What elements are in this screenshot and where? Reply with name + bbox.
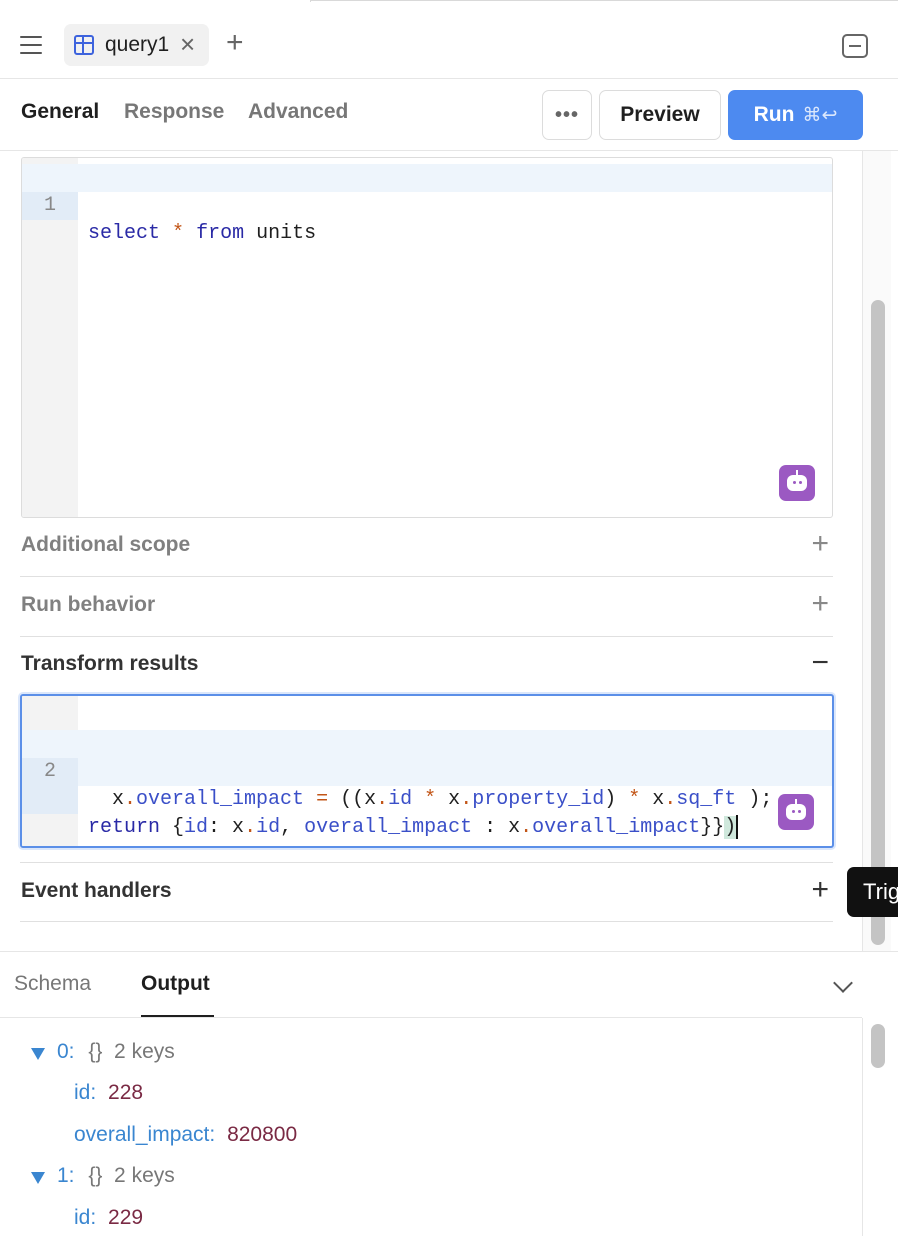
menu-icon[interactable] <box>20 36 42 54</box>
expand-plus-icon[interactable]: + <box>811 875 829 905</box>
run-shortcut: ⌘↩ <box>802 105 838 126</box>
expand-plus-icon[interactable]: + <box>811 529 829 559</box>
query-toolbar: General Response Advanced ••• Preview Ru… <box>0 79 898 151</box>
transform-code-editor[interactable]: 1 ⌄ return formatDataAsArray(data).map(x… <box>20 694 834 848</box>
sql-query-editor[interactable]: 1 select * from units <box>21 157 833 518</box>
ai-assist-icon[interactable] <box>778 794 814 830</box>
tree-index: 1: <box>57 1164 75 1187</box>
code-line[interactable]: 1 select * from units <box>22 164 832 245</box>
field-value: 229 <box>108 1206 144 1229</box>
tab-schema[interactable]: Schema <box>14 972 91 996</box>
code-line[interactable]: 1 ⌄ return formatDataAsArray(data).map(x… <box>22 702 832 783</box>
window-top-border <box>310 0 898 2</box>
tab-query1[interactable]: query1 × <box>64 24 209 66</box>
preview-button[interactable]: Preview <box>599 90 721 140</box>
panel-divider-line <box>0 1017 862 1018</box>
section-event-handlers[interactable]: Event handlers + <box>20 862 833 922</box>
minimize-panel-icon[interactable] <box>842 34 868 58</box>
tab-response[interactable]: Response <box>124 100 224 124</box>
tooltip: Trig <box>847 867 898 917</box>
section-title: Run behavior <box>21 593 156 616</box>
tree-field: id: 228 <box>74 1079 143 1107</box>
code-text: select * from units <box>88 222 317 245</box>
tree-meta: {} 2 keys <box>88 1164 175 1187</box>
run-label: Run <box>753 103 795 126</box>
main-scrollbar-thumb[interactable] <box>871 300 885 945</box>
output-scrollbar-thumb[interactable] <box>871 1024 885 1068</box>
chevron-down-icon[interactable] <box>833 973 853 993</box>
section-title: Transform results <box>21 652 199 675</box>
expand-triangle-icon[interactable] <box>31 1172 45 1184</box>
line-number: 2 <box>22 758 78 814</box>
section-title: Additional scope <box>21 533 191 556</box>
query-tab-bar: query1 × + <box>0 12 898 79</box>
line-number: 1 <box>22 192 78 220</box>
code-text: x.overall_impact = ((x.id * x.property_i… <box>88 788 773 839</box>
tab-advanced[interactable]: Advanced <box>248 100 348 124</box>
collapse-minus-icon[interactable]: − <box>811 648 829 678</box>
tab-general[interactable]: General <box>21 100 99 124</box>
field-value: 228 <box>108 1081 144 1104</box>
ai-assist-icon[interactable] <box>779 465 815 501</box>
expand-plus-icon[interactable]: + <box>811 589 829 619</box>
more-options-button[interactable]: ••• <box>542 90 592 140</box>
panel-divider[interactable] <box>0 951 898 952</box>
section-transform-results[interactable]: Transform results − <box>20 636 833 696</box>
table-icon <box>74 35 94 55</box>
tree-field: id: 229 <box>74 1204 143 1232</box>
expand-triangle-icon[interactable] <box>31 1048 45 1060</box>
add-tab-icon[interactable]: + <box>226 26 244 60</box>
section-title: Event handlers <box>21 879 172 902</box>
section-additional-scope[interactable]: Additional scope + <box>20 517 833 577</box>
field-key: id: <box>74 1081 97 1104</box>
field-key: overall_impact: <box>74 1123 216 1146</box>
section-run-behavior[interactable]: Run behavior + <box>20 577 833 637</box>
code-line[interactable]: 2 x.overall_impact = ((x.id * x.property… <box>22 730 832 839</box>
tree-field: overall_impact: 820800 <box>74 1121 297 1149</box>
tree-meta: {} 2 keys <box>88 1040 175 1063</box>
tree-node[interactable]: 1: {} 2 keys <box>57 1162 175 1190</box>
field-key: id: <box>74 1206 97 1229</box>
tab-output[interactable]: Output <box>141 972 210 996</box>
field-value: 820800 <box>227 1123 298 1146</box>
tab-label: query1 <box>105 33 170 56</box>
tree-index: 0: <box>57 1040 75 1063</box>
tree-node[interactable]: 0: {} 2 keys <box>57 1038 175 1066</box>
run-button[interactable]: Run ⌘↩ <box>728 90 863 140</box>
close-icon[interactable]: × <box>180 30 195 58</box>
